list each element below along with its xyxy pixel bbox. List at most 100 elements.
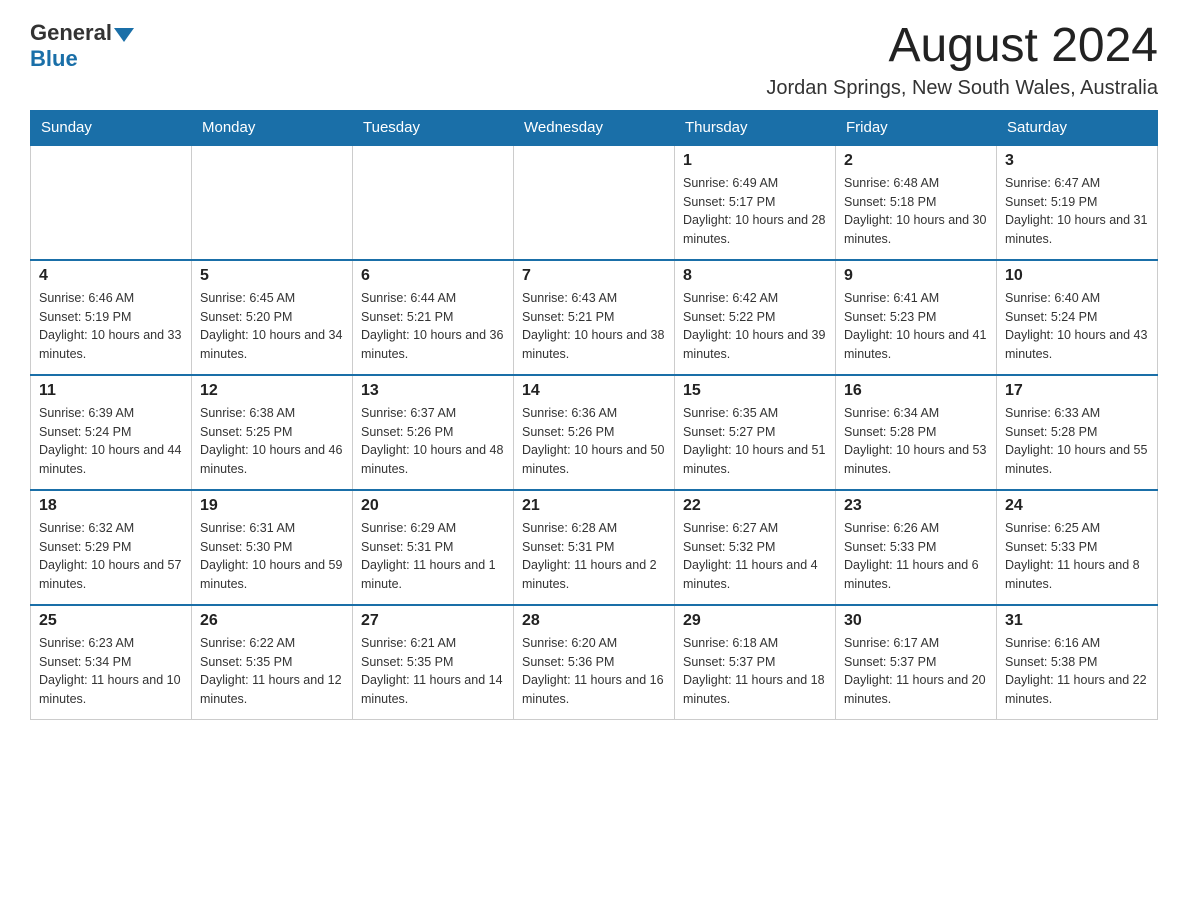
logo-text: General Blue: [30, 20, 134, 72]
day-info: Sunrise: 6:48 AMSunset: 5:18 PMDaylight:…: [844, 174, 988, 249]
calendar-cell: 30 Sunrise: 6:17 AMSunset: 5:37 PMDayligh…: [836, 605, 997, 720]
day-info: Sunrise: 6:39 AMSunset: 5:24 PMDaylight:…: [39, 404, 183, 479]
day-info: Sunrise: 6:35 AMSunset: 5:27 PMDaylight:…: [683, 404, 827, 479]
day-number: 29: [683, 612, 827, 630]
calendar-cell: 10Sunrise: 6:40 AMSunset: 5:24 PMDayligh…: [997, 260, 1158, 375]
col-saturday: Saturday: [997, 110, 1158, 145]
calendar-cell: 27 Sunrise: 6:21 AMSunset: 5:35 PMDayligh…: [353, 605, 514, 720]
logo-triangle-icon: [114, 28, 134, 42]
day-number: 1: [683, 152, 827, 170]
calendar-cell: 8Sunrise: 6:42 AMSunset: 5:22 PMDaylight…: [675, 260, 836, 375]
calendar-cell: [353, 145, 514, 260]
day-info: Sunrise: 6:41 AMSunset: 5:23 PMDaylight:…: [844, 289, 988, 364]
location-title: Jordan Springs, New South Wales, Austral…: [766, 77, 1158, 100]
day-info: Sunrise: 6:32 AMSunset: 5:29 PMDaylight:…: [39, 519, 183, 594]
day-info: Sunrise: 6:44 AMSunset: 5:21 PMDaylight:…: [361, 289, 505, 364]
calendar-cell: 17 Sunrise: 6:33 AMSunset: 5:28 PMDayligh…: [997, 375, 1158, 490]
calendar-cell: 19Sunrise: 6:31 AMSunset: 5:30 PMDayligh…: [192, 490, 353, 605]
day-info: Sunrise: 6:21 AMSunset: 5:35 PMDaylight:…: [361, 634, 505, 709]
day-number: 9: [844, 267, 988, 285]
day-number: 11: [39, 382, 183, 400]
day-info: Sunrise: 6:17 AMSunset: 5:37 PMDaylight:…: [844, 634, 988, 709]
calendar-cell: 1Sunrise: 6:49 AMSunset: 5:17 PMDaylight…: [675, 145, 836, 260]
day-number: 13: [361, 382, 505, 400]
day-number: 14: [522, 382, 666, 400]
calendar-cell: 3 Sunrise: 6:47 AMSunset: 5:19 PMDaylight…: [997, 145, 1158, 260]
day-info: Sunrise: 6:42 AMSunset: 5:22 PMDaylight:…: [683, 289, 827, 364]
day-number: 22: [683, 497, 827, 515]
col-thursday: Thursday: [675, 110, 836, 145]
day-number: 23: [844, 497, 988, 515]
week-row-5: 25Sunrise: 6:23 AMSunset: 5:34 PMDayligh…: [31, 605, 1158, 720]
day-number: 3: [1005, 152, 1149, 170]
col-friday: Friday: [836, 110, 997, 145]
calendar-cell: 18 Sunrise: 6:32 AMSunset: 5:29 PMDayligh…: [31, 490, 192, 605]
day-info: Sunrise: 6:37 AMSunset: 5:26 PMDaylight:…: [361, 404, 505, 479]
day-info: Sunrise: 6:28 AMSunset: 5:31 PMDaylight:…: [522, 519, 666, 594]
day-info: Sunrise: 6:25 AMSunset: 5:33 PMDaylight:…: [1005, 519, 1149, 594]
day-info: Sunrise: 6:43 AMSunset: 5:21 PMDaylight:…: [522, 289, 666, 364]
calendar-cell: 29 Sunrise: 6:18 AMSunset: 5:37 PMDayligh…: [675, 605, 836, 720]
day-number: 2: [844, 152, 988, 170]
day-info: Sunrise: 6:29 AMSunset: 5:31 PMDaylight:…: [361, 519, 505, 594]
calendar-cell: 11 Sunrise: 6:39 AMSunset: 5:24 PMDayligh…: [31, 375, 192, 490]
calendar-cell: 31Sunrise: 6:16 AMSunset: 5:38 PMDayligh…: [997, 605, 1158, 720]
calendar-cell: 4 Sunrise: 6:46 AMSunset: 5:19 PMDaylight…: [31, 260, 192, 375]
day-info: Sunrise: 6:18 AMSunset: 5:37 PMDaylight:…: [683, 634, 827, 709]
calendar-cell: 12Sunrise: 6:38 AMSunset: 5:25 PMDayligh…: [192, 375, 353, 490]
header: General Blue August 2024 Jordan Springs,…: [30, 20, 1158, 100]
day-number: 5: [200, 267, 344, 285]
day-number: 7: [522, 267, 666, 285]
calendar-cell: 20 Sunrise: 6:29 AMSunset: 5:31 PMDayligh…: [353, 490, 514, 605]
day-info: Sunrise: 6:27 AMSunset: 5:32 PMDaylight:…: [683, 519, 827, 594]
logo-general-text: General: [30, 20, 112, 46]
calendar-cell: [192, 145, 353, 260]
month-title: August 2024: [766, 20, 1158, 73]
calendar-table: Sunday Monday Tuesday Wednesday Thursday…: [30, 110, 1158, 721]
week-row-2: 4 Sunrise: 6:46 AMSunset: 5:19 PMDaylight…: [31, 260, 1158, 375]
calendar-cell: 26Sunrise: 6:22 AMSunset: 5:35 PMDayligh…: [192, 605, 353, 720]
day-info: Sunrise: 6:36 AMSunset: 5:26 PMDaylight:…: [522, 404, 666, 479]
calendar-cell: 16 Sunrise: 6:34 AMSunset: 5:28 PMDayligh…: [836, 375, 997, 490]
day-number: 20: [361, 497, 505, 515]
calendar-cell: 2 Sunrise: 6:48 AMSunset: 5:18 PMDaylight…: [836, 145, 997, 260]
day-info: Sunrise: 6:26 AMSunset: 5:33 PMDaylight:…: [844, 519, 988, 594]
day-info: Sunrise: 6:16 AMSunset: 5:38 PMDaylight:…: [1005, 634, 1149, 709]
col-sunday: Sunday: [31, 110, 192, 145]
calendar-cell: [514, 145, 675, 260]
calendar-cell: 23 Sunrise: 6:26 AMSunset: 5:33 PMDayligh…: [836, 490, 997, 605]
day-info: Sunrise: 6:38 AMSunset: 5:25 PMDaylight:…: [200, 404, 344, 479]
calendar-header-row: Sunday Monday Tuesday Wednesday Thursday…: [31, 110, 1158, 145]
calendar-cell: [31, 145, 192, 260]
calendar-cell: 25Sunrise: 6:23 AMSunset: 5:34 PMDayligh…: [31, 605, 192, 720]
day-number: 30: [844, 612, 988, 630]
calendar-cell: 7 Sunrise: 6:43 AMSunset: 5:21 PMDaylight…: [514, 260, 675, 375]
calendar-cell: 6 Sunrise: 6:44 AMSunset: 5:21 PMDaylight…: [353, 260, 514, 375]
day-number: 19: [200, 497, 344, 515]
day-number: 24: [1005, 497, 1149, 515]
day-number: 15: [683, 382, 827, 400]
day-info: Sunrise: 6:47 AMSunset: 5:19 PMDaylight:…: [1005, 174, 1149, 249]
col-monday: Monday: [192, 110, 353, 145]
calendar-cell: 21 Sunrise: 6:28 AMSunset: 5:31 PMDayligh…: [514, 490, 675, 605]
day-number: 6: [361, 267, 505, 285]
day-info: Sunrise: 6:33 AMSunset: 5:28 PMDaylight:…: [1005, 404, 1149, 479]
day-number: 16: [844, 382, 988, 400]
calendar-cell: 13 Sunrise: 6:37 AMSunset: 5:26 PMDayligh…: [353, 375, 514, 490]
calendar-cell: 14 Sunrise: 6:36 AMSunset: 5:26 PMDayligh…: [514, 375, 675, 490]
col-tuesday: Tuesday: [353, 110, 514, 145]
day-info: Sunrise: 6:46 AMSunset: 5:19 PMDaylight:…: [39, 289, 183, 364]
day-number: 17: [1005, 382, 1149, 400]
week-row-4: 18 Sunrise: 6:32 AMSunset: 5:29 PMDayligh…: [31, 490, 1158, 605]
day-number: 28: [522, 612, 666, 630]
day-number: 4: [39, 267, 183, 285]
week-row-1: 1Sunrise: 6:49 AMSunset: 5:17 PMDaylight…: [31, 145, 1158, 260]
day-number: 21: [522, 497, 666, 515]
day-number: 18: [39, 497, 183, 515]
day-info: Sunrise: 6:34 AMSunset: 5:28 PMDaylight:…: [844, 404, 988, 479]
calendar-cell: 5Sunrise: 6:45 AMSunset: 5:20 PMDaylight…: [192, 260, 353, 375]
calendar-cell: 28Sunrise: 6:20 AMSunset: 5:36 PMDayligh…: [514, 605, 675, 720]
calendar-cell: 9 Sunrise: 6:41 AMSunset: 5:23 PMDaylight…: [836, 260, 997, 375]
calendar-cell: 22 Sunrise: 6:27 AMSunset: 5:32 PMDayligh…: [675, 490, 836, 605]
day-number: 27: [361, 612, 505, 630]
